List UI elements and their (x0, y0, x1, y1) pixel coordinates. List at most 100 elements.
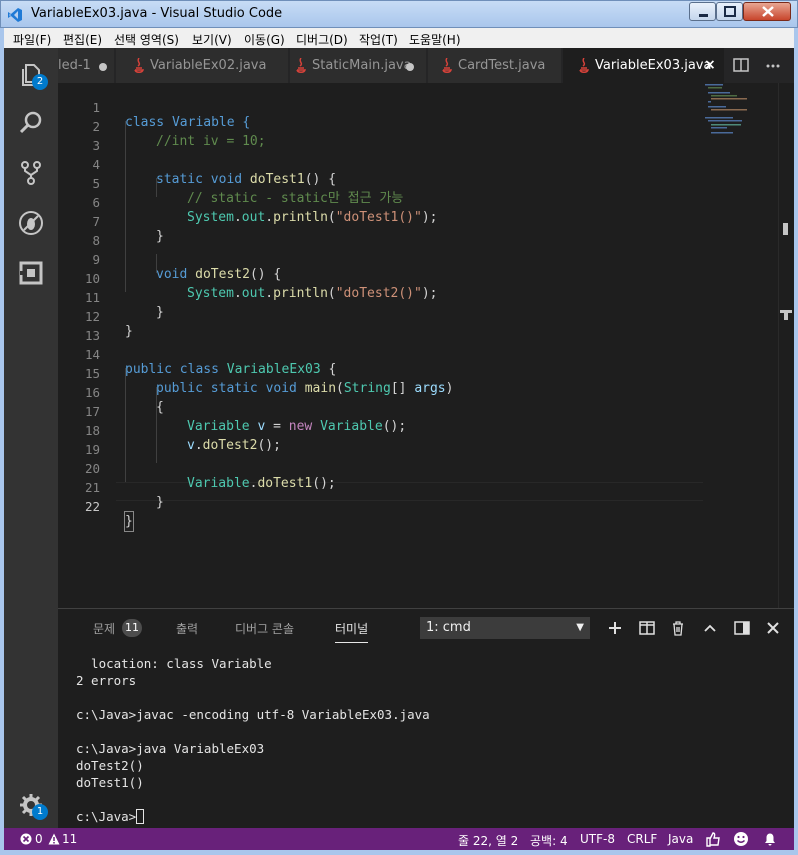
java-file-icon (442, 58, 453, 73)
thumbs-up-icon[interactable] (705, 831, 721, 847)
menu-selection[interactable]: 선택 영역(S) (114, 31, 179, 48)
terminal-line: 2 errors (76, 673, 137, 688)
extensions-icon[interactable] (18, 260, 44, 286)
unsaved-dot-icon (99, 63, 107, 71)
split-terminal-icon[interactable] (639, 620, 655, 636)
close-window-button[interactable] (743, 2, 791, 21)
java-file-icon (134, 58, 145, 73)
close-tab-icon[interactable]: × (704, 57, 716, 73)
menu-tasks[interactable]: 작업(T) (359, 31, 398, 48)
code-line: 17 Variable v = new Variable(); (58, 387, 703, 434)
toggle-panel-icon[interactable] (734, 620, 750, 636)
code-line: 19 (58, 425, 703, 457)
tab-label: StaticMain.java (312, 58, 412, 73)
tab-variableex02[interactable]: VariableEx02.java (116, 48, 289, 83)
code-text: } (124, 511, 134, 532)
code-line: 15 public static void main(String[] args… (58, 349, 703, 396)
tab-label: VariableEx02.java (150, 58, 267, 73)
code-line: 3 (58, 121, 703, 153)
code-line: 14 public class VariableEx03 { (58, 330, 703, 377)
menu-debug[interactable]: 디버그(D) (296, 31, 348, 48)
minimap[interactable] (703, 83, 773, 143)
tab-debug-console[interactable]: 디버그 콘솔 (235, 620, 294, 637)
window-title: VariableEx03.java - Visual Studio Code (31, 6, 283, 21)
code-editor[interactable]: 1 class Variable { 2 //int iv = 10; 3 4 … (58, 83, 794, 608)
new-terminal-icon[interactable] (607, 620, 623, 636)
tab-label: CardTest.java (458, 58, 546, 73)
code-line: 8 (58, 216, 703, 248)
title-bar: VariableEx03.java - Visual Studio Code (0, 0, 798, 28)
chevron-down-icon: ▼ (576, 622, 584, 633)
terminal-prompt: c:\Java> (76, 809, 137, 824)
maximize-icon (724, 6, 736, 17)
code-line: 11 } (58, 273, 703, 320)
code-line: 6 System.out.println("doTest1()"); (58, 178, 703, 225)
smiley-feedback-icon[interactable] (733, 831, 749, 847)
code-line: 20 Variable.doTest1(); (58, 444, 703, 491)
trash-icon[interactable] (670, 620, 686, 636)
split-editor-icon[interactable] (733, 57, 749, 73)
line-number: 22 (84, 499, 100, 514)
tab-untitled[interactable]: led-1 (58, 48, 115, 83)
warning-icon (48, 833, 60, 845)
editor-tab-bar: led-1 VariableEx02.java StaticMain.java … (58, 48, 794, 83)
encoding[interactable]: UTF-8 (580, 832, 615, 846)
terminal-output[interactable]: location: class Variable 2 errors c:\Jav… (76, 655, 430, 825)
code-line: 4 static void doTest1() { (58, 140, 703, 187)
tab-cardtest[interactable]: CardTest.java (428, 48, 562, 83)
terminal-prompt-line[interactable]: c:\Java> (76, 808, 430, 825)
code-line: 9 void doTest2() { (58, 235, 703, 282)
tab-variableex03[interactable]: VariableEx03.java × (563, 48, 725, 83)
error-count[interactable]: 0 (35, 832, 43, 846)
code-line: 13 (58, 311, 703, 343)
code-line: 1 class Variable { (58, 83, 703, 130)
search-icon[interactable] (18, 110, 44, 136)
window-frame-right (794, 48, 798, 850)
menu-go[interactable]: 이동(G) (244, 31, 285, 48)
debug-icon[interactable] (18, 210, 44, 236)
terminal-line: c:\Java>java VariableEx03 (76, 741, 265, 756)
status-bar: 0 11 줄 22, 열 2 공백: 4 UTF-8 CRLF Java (4, 828, 794, 850)
code-line: 18 v.doTest2(); (58, 406, 703, 453)
maximize-button[interactable] (716, 2, 743, 21)
close-panel-icon[interactable] (765, 620, 781, 636)
tab-terminal[interactable]: 터미널 (335, 620, 369, 643)
problems-count-badge: 11 (122, 619, 142, 637)
menu-file[interactable]: 파일(F) (13, 31, 51, 48)
terminal-line: doTest2() (76, 758, 144, 773)
tab-output[interactable]: 출력 (176, 620, 198, 637)
explorer-badge: 2 (32, 74, 48, 90)
notification-bell-icon[interactable] (762, 831, 778, 847)
cursor-position[interactable]: 줄 22, 열 2 (458, 832, 518, 849)
tab-label: led-1 (58, 58, 91, 73)
tab-problems[interactable]: 문제 (93, 620, 115, 637)
code-line: 12 } (58, 292, 703, 339)
java-file-icon (579, 58, 590, 73)
menu-edit[interactable]: 편집(E) (63, 31, 102, 48)
editor-scrollbar[interactable] (778, 83, 792, 608)
bottom-panel: 문제 11 출력 디버그 콘솔 터미널 1: cmd ▼ location: c… (58, 608, 794, 828)
unsaved-dot-icon (406, 63, 414, 71)
tab-label: VariableEx03.java (595, 58, 712, 73)
warning-count[interactable]: 11 (62, 832, 77, 846)
source-control-icon[interactable] (18, 160, 44, 186)
indentation[interactable]: 공백: 4 (530, 832, 568, 849)
token: } (125, 514, 133, 529)
end-of-line[interactable]: CRLF (627, 832, 657, 846)
scroll-marker (783, 223, 788, 235)
menu-help[interactable]: 도움말(H) (409, 31, 461, 48)
code-line: 16 { (58, 368, 703, 415)
minimize-button[interactable] (689, 2, 716, 21)
code-line: 21 } (58, 463, 703, 510)
terminal-select[interactable]: 1: cmd ▼ (420, 617, 590, 639)
menu-view[interactable]: 보기(V) (192, 31, 232, 48)
tab-staticmain[interactable]: StaticMain.java (290, 48, 427, 83)
vscode-logo-icon (8, 8, 22, 22)
more-actions-icon[interactable] (765, 57, 781, 73)
chevron-up-icon[interactable] (702, 620, 718, 636)
language-mode[interactable]: Java (668, 832, 693, 846)
terminal-cursor (136, 809, 145, 824)
